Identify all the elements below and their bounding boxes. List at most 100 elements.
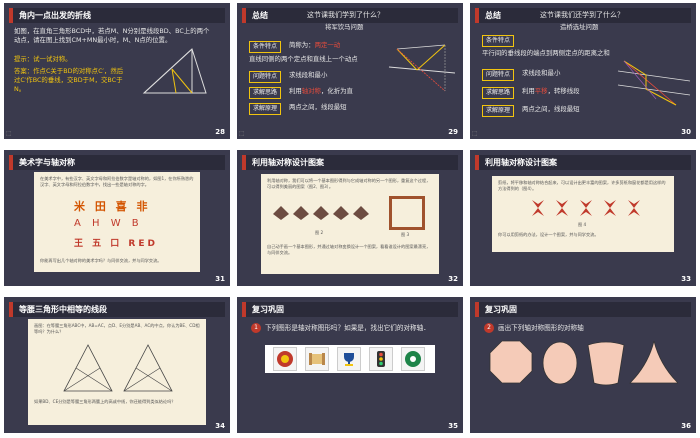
page-text: 如果BD、CE分别是等腰三角形两腰上的高或中线，你还能得到类似结论吗？: [34, 399, 176, 404]
ellipse-shape: [542, 341, 578, 385]
slide-title-bar: 利用轴对称设计图案: [475, 155, 691, 170]
slide-thumbnail-29[interactable]: 总结 这节课我们学到了什么？ 将军饮马问题 条件特点 简称为：两定一动 直线同侧…: [237, 3, 463, 139]
slide-thumbnail-31[interactable]: 美术字与轴对称 在美术字中，有些汉字、英文字母和阿拉伯数字是轴对称的，如图1，在…: [4, 150, 230, 286]
symmetric-chars-row-3: 王 五 口 RED: [74, 239, 158, 249]
traffic-light-icon: [369, 347, 393, 371]
emblem-icon: [273, 347, 297, 371]
slide-title: 复习巩固: [485, 305, 517, 314]
tag-condition: 条件特点: [482, 35, 515, 47]
textbook-page: 画图：在等腰三角形ABC中，AB=AC，点D、E分别是AB、AC的中点，你认为B…: [28, 319, 206, 425]
page-text: 自己动手画一个基本图形，并通过轴对称变换设计一个图案，看看谁设计的图案最漂亮，与…: [267, 244, 431, 255]
scroll-icon: [305, 347, 329, 371]
slide-title: 总结: [485, 11, 501, 20]
slide-number: 36: [681, 422, 691, 430]
row-text: 平行间的垂线段的端点到两侧定点的距离之和: [482, 49, 610, 57]
symmetric-chars-row-2: A H W B: [74, 218, 143, 229]
slide-thumbnail-30[interactable]: 总结 这节课我们还学到了什么？ 造桥选址问题 条件特点 平行间的垂线段的端点到两…: [470, 3, 696, 139]
figure-caption: 图 4: [578, 222, 587, 227]
slide-number: 30: [681, 128, 691, 136]
row-text: 求线段和最小: [522, 69, 561, 77]
figure-caption: 图 2: [315, 230, 324, 235]
corner-mark: ⬚: [472, 130, 478, 137]
isosceles-triangle-diagram: [63, 344, 173, 392]
slide-subtitle: 造桥选址问题: [560, 23, 599, 31]
corner-mark: ⬚: [6, 130, 12, 137]
slide-title: 复习巩固: [252, 305, 284, 314]
textbook-page: 剪纸，将平移和轴对称结合起来，可以设计出更丰富的图案，许多剪纸和窗花都是用这样的…: [492, 176, 674, 252]
row-text: 两点之间，线段最短: [289, 103, 347, 111]
slide-number: 29: [448, 128, 458, 136]
row-text: 求线段和最小: [289, 71, 328, 79]
tag-approach: 求解思路: [482, 87, 515, 99]
pattern-figure-3: [389, 196, 425, 230]
bridge-diagram: [617, 60, 691, 106]
tag-approach: 求解思路: [249, 87, 282, 99]
question-text: 下列图形是轴对称图形吗？如果是，找出它们的对称轴．: [265, 324, 430, 332]
slide-title: 角内一点出发的折线: [19, 11, 91, 20]
slide-title-bar: 利用轴对称设计图案: [242, 155, 458, 170]
flower-logo-icon: [401, 347, 425, 371]
icon-row: [265, 345, 435, 373]
slide-title-bar: 美术字与轴对称: [9, 155, 225, 170]
shapes-row: [489, 340, 678, 386]
trophy-icon: [337, 347, 361, 371]
triangle-diagram: [142, 48, 207, 94]
slide-title: 等腰三角形中相等的线段: [19, 305, 107, 314]
slide-title: 利用轴对称设计图案: [485, 158, 557, 167]
slide-thumbnail-33[interactable]: 利用轴对称设计图案 剪纸，将平移和轴对称结合起来，可以设计出更丰富的图案，许多剪…: [470, 150, 696, 286]
tag-principle: 求解原理: [482, 105, 515, 117]
octagon-shape: [489, 340, 533, 384]
page-text: 画图：在等腰三角形ABC中，AB=AC，点D、E分别是AB、AC的中点，你认为B…: [34, 323, 200, 334]
question-text: 画出下列轴对称图形的对称轴: [498, 324, 584, 332]
slide-title: 总结: [252, 11, 268, 20]
reflection-diagram: [388, 44, 456, 92]
slide-answer-text: 答案：作点C关于BD的对称点C′，然后过C′作BC的垂线，交BD于M，交BC于N…: [14, 67, 124, 93]
triangle-shape: [629, 340, 678, 384]
slide-number: 34: [215, 422, 225, 430]
slide-thumbnail-35[interactable]: 复习巩固 1 下列图形是轴对称图形吗？如果是，找出它们的对称轴． 35: [237, 297, 463, 433]
slide-title: 利用轴对称设计图案: [252, 158, 324, 167]
row-text: 利用平移，转移线段: [522, 87, 580, 95]
textbook-page: 在美术字中，有些汉字、英文字母和阿拉伯数字是轴对称的，如图1，在你所熟悉的汉字、…: [34, 172, 200, 272]
tag-problem: 问题特点: [482, 69, 515, 81]
slide-subtitle: 将军饮马问题: [325, 23, 364, 31]
page-text: 在美术字中，有些汉字、英文字母和阿拉伯数字是轴对称的，如图1，在你所熟悉的汉字、…: [40, 176, 194, 187]
slide-thumbnail-28[interactable]: 角内一点出发的折线 如图，在直角三角形BCD中，若点M、N分别是线段BD、BC上…: [4, 3, 230, 139]
slide-number: 28: [215, 128, 225, 136]
slide-thumbnail-32[interactable]: 利用轴对称设计图案 利用轴对称，我们可以将一个基本图形得到与它成轴对称的另一个图…: [237, 150, 463, 286]
pattern-figure-2: [269, 200, 379, 226]
slide-number: 32: [448, 275, 458, 283]
row-text: 简称为：两定一动: [289, 41, 341, 49]
page-text: 你可以用剪纸的办法，设计一个图案，并与同学交流。: [498, 232, 599, 237]
slide-question: 这节课我们学到了什么？: [307, 11, 384, 19]
slide-title-bar: 角内一点出发的折线: [9, 8, 225, 23]
page-text: 你能再写出几个轴对称的美术字吗？与同伴交流，并与同学交流。: [40, 258, 162, 263]
textbook-page: 利用轴对称，我们可以将一个基本图形得到与它成轴对称的另一个图形，重复这个过程，可…: [261, 174, 439, 274]
slide-number: 31: [215, 275, 225, 283]
slide-question: 这节课我们还学到了什么？: [540, 11, 624, 19]
page-text: 利用轴对称，我们可以将一个基本图形得到与它成轴对称的另一个图形，重复这个过程，可…: [267, 178, 431, 189]
page-text: 剪纸，将平移和轴对称结合起来，可以设计出更丰富的图案，许多剪纸和窗花都是用这样的…: [498, 180, 666, 191]
row-text: 利用轴对称，化折为直: [289, 87, 353, 95]
tag-problem: 问题特点: [249, 71, 282, 83]
slide-hint-text: 提示：试一试对称。: [14, 55, 72, 63]
tag-condition: 条件特点: [249, 41, 282, 53]
symmetric-chars-row-1: 米 田 喜 非: [74, 200, 151, 213]
slide-title: 美术字与轴对称: [19, 158, 75, 167]
row-text: 两点之间，线段最短: [522, 105, 580, 113]
question-number-badge: 1: [251, 323, 261, 333]
question-number-badge: 2: [484, 323, 494, 333]
slide-number: 33: [681, 275, 691, 283]
slide-title-bar: 复习巩固: [475, 302, 691, 317]
slide-title-bar: 等腰三角形中相等的线段: [9, 302, 225, 317]
paper-cut-figure-4: [526, 196, 646, 220]
tag-principle: 求解原理: [249, 103, 282, 115]
corner-mark: ⬚: [239, 130, 245, 137]
cup-shape: [587, 341, 625, 386]
slide-thumbnail-34[interactable]: 等腰三角形中相等的线段 画图：在等腰三角形ABC中，AB=AC，点D、E分别是A…: [4, 297, 230, 433]
slide-title-bar: 复习巩固: [242, 302, 458, 317]
slide-thumbnail-36[interactable]: 复习巩固 2 画出下列轴对称图形的对称轴 36: [470, 297, 696, 433]
slide-number: 35: [448, 422, 458, 430]
figure-caption: 图 3: [401, 232, 410, 237]
row-text: 直线同侧的两个定点和直线上一个动点: [249, 55, 358, 63]
